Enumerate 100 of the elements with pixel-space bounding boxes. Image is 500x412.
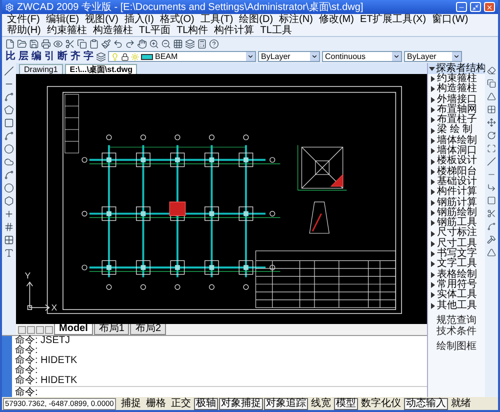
menu-item[interactable]: 工具(T) — [197, 14, 236, 25]
printer-icon[interactable] — [41, 38, 51, 48]
panel-item[interactable]: 其他工具 — [428, 300, 485, 311]
dropdown-button[interactable] — [392, 52, 401, 61]
layer-dropdown[interactable]: BEAM — [108, 51, 256, 62]
minimize-button[interactable] — [456, 2, 467, 12]
panel-item[interactable]: 文字工具 — [428, 259, 485, 270]
menu-item[interactable]: TL平面 — [136, 25, 174, 36]
menu-item[interactable]: TL工具 — [257, 25, 295, 36]
eraser-icon[interactable] — [487, 66, 496, 75]
panel-item[interactable]: 外墙接口 — [428, 94, 485, 105]
zoom-in-icon[interactable] — [149, 38, 159, 48]
menu-item[interactable]: 视图(V) — [82, 14, 122, 25]
arc-icon[interactable] — [4, 131, 14, 141]
text-tool-button[interactable]: 引 — [44, 50, 55, 62]
menu-item[interactable]: TL构件 — [174, 25, 212, 36]
triangle-icon[interactable] — [487, 92, 496, 101]
layers-icon[interactable] — [185, 38, 195, 48]
zoom-out-icon[interactable] — [161, 38, 171, 48]
status-toggle[interactable]: 模型 — [334, 398, 358, 410]
panel-item[interactable]: 楼板设计 — [428, 156, 485, 167]
status-toggle[interactable]: 栅格 — [144, 398, 168, 410]
new-file-icon[interactable] — [5, 38, 15, 48]
linetype-dropdown[interactable]: Continuous — [322, 51, 402, 62]
panel-item[interactable]: 表格绘制 — [428, 270, 485, 280]
rotate-icon[interactable] — [487, 131, 496, 140]
clipboard-icon[interactable] — [89, 38, 99, 48]
help-icon[interactable] — [209, 38, 219, 48]
grid-icon[interactable] — [173, 38, 183, 48]
menu-item[interactable]: 编辑(E) — [42, 14, 82, 25]
scissors-icon[interactable] — [65, 38, 75, 48]
redo-icon[interactable] — [125, 38, 135, 48]
status-toggle[interactable]: 动态输入 — [404, 398, 448, 410]
hexagon-icon[interactable] — [4, 196, 14, 206]
color-dropdown[interactable]: ByLayer — [258, 51, 320, 62]
table-icon[interactable] — [4, 235, 14, 245]
pentagon-icon[interactable] — [4, 105, 14, 115]
menu-item[interactable]: 约束箍柱 — [44, 25, 90, 36]
panel-link[interactable]: 规范查询 — [428, 314, 485, 326]
panel-link[interactable]: 技术条件 — [428, 326, 485, 337]
status-toggle[interactable]: 极轴 — [194, 398, 218, 410]
scale-icon[interactable] — [487, 144, 496, 153]
panel-item[interactable]: 尺寸标注 — [428, 228, 485, 239]
text-tool-button[interactable]: 字 — [83, 50, 94, 62]
text-tool-button[interactable]: 齐 — [70, 50, 81, 62]
menu-item[interactable]: 绘图(D) — [236, 14, 276, 25]
ellipse-icon[interactable] — [4, 183, 14, 193]
status-toggle[interactable]: 对象追踪 — [264, 398, 308, 410]
document-tab[interactable]: E:\...\桌面\st.dwg — [64, 64, 138, 74]
calculator-icon[interactable] — [197, 38, 207, 48]
panel-item[interactable]: 构造箍柱 — [428, 84, 485, 95]
document-tab[interactable]: Drawing1 — [19, 64, 63, 74]
square-icon[interactable] — [487, 196, 496, 205]
corner-icon[interactable] — [487, 183, 496, 192]
panel-item[interactable]: 钢筋计算 — [428, 198, 485, 208]
line-icon[interactable] — [4, 66, 14, 76]
lineweight-dropdown[interactable]: ByLayer — [404, 51, 462, 62]
copy-icon[interactable] — [77, 38, 87, 48]
panel-item[interactable]: 梁 绘 制 — [428, 125, 485, 136]
dropdown-button[interactable] — [246, 52, 255, 61]
close-button[interactable] — [484, 2, 495, 12]
undo-icon[interactable] — [113, 38, 123, 48]
curve-icon[interactable] — [4, 92, 14, 102]
scissors-icon[interactable] — [487, 209, 496, 218]
menu-item[interactable]: 窗口(W) — [429, 14, 472, 25]
status-toggle[interactable]: 对象捕捉 — [218, 398, 263, 410]
panel-header[interactable]: 探索者结构 — [428, 63, 485, 74]
drawing-canvas[interactable]: Y X — [16, 74, 427, 324]
fillet-icon[interactable] — [487, 222, 496, 231]
menu-item[interactable]: 修改(M) — [316, 14, 357, 25]
menu-item[interactable]: 格式(O) — [156, 14, 198, 25]
status-toggle[interactable]: 正交 — [168, 398, 193, 410]
status-toggle[interactable]: 就绪 — [448, 398, 473, 410]
spline-icon[interactable] — [4, 170, 14, 180]
layout-tab[interactable]: Model — [54, 324, 93, 335]
circle-icon[interactable] — [4, 144, 14, 154]
menu-item[interactable]: 帮助(H) — [4, 25, 44, 36]
cloud-icon[interactable] — [4, 157, 14, 167]
array-icon[interactable] — [487, 105, 496, 114]
menu-item[interactable]: 标注(N) — [276, 14, 316, 25]
hatch-icon[interactable] — [4, 222, 14, 232]
layers-icon[interactable] — [96, 52, 106, 62]
status-toggle[interactable]: 数字化仪 — [358, 398, 403, 410]
eye-icon[interactable] — [53, 38, 63, 48]
status-toggle[interactable]: 捕捉 — [118, 398, 143, 410]
copy-icon[interactable] — [487, 79, 496, 88]
restore-button[interactable] — [470, 2, 481, 12]
text-tool-button[interactable]: 层 — [18, 50, 29, 62]
status-toggle[interactable]: 线宽 — [308, 398, 333, 410]
panel-item[interactable]: 实体工具 — [428, 290, 485, 301]
text-tool-button[interactable]: 编 — [31, 50, 42, 62]
save-icon[interactable] — [29, 38, 39, 48]
menu-item[interactable]: 文件(F) — [4, 14, 43, 25]
dropdown-button[interactable] — [310, 52, 319, 61]
text-tool-button[interactable]: 比 — [5, 50, 16, 62]
hammer-icon[interactable] — [487, 235, 496, 244]
panel-link[interactable]: 绘制图框 — [428, 340, 485, 352]
hand-icon[interactable] — [137, 38, 147, 48]
menu-item[interactable]: ET扩展工具(X) — [356, 14, 430, 25]
point-icon[interactable] — [4, 209, 14, 219]
